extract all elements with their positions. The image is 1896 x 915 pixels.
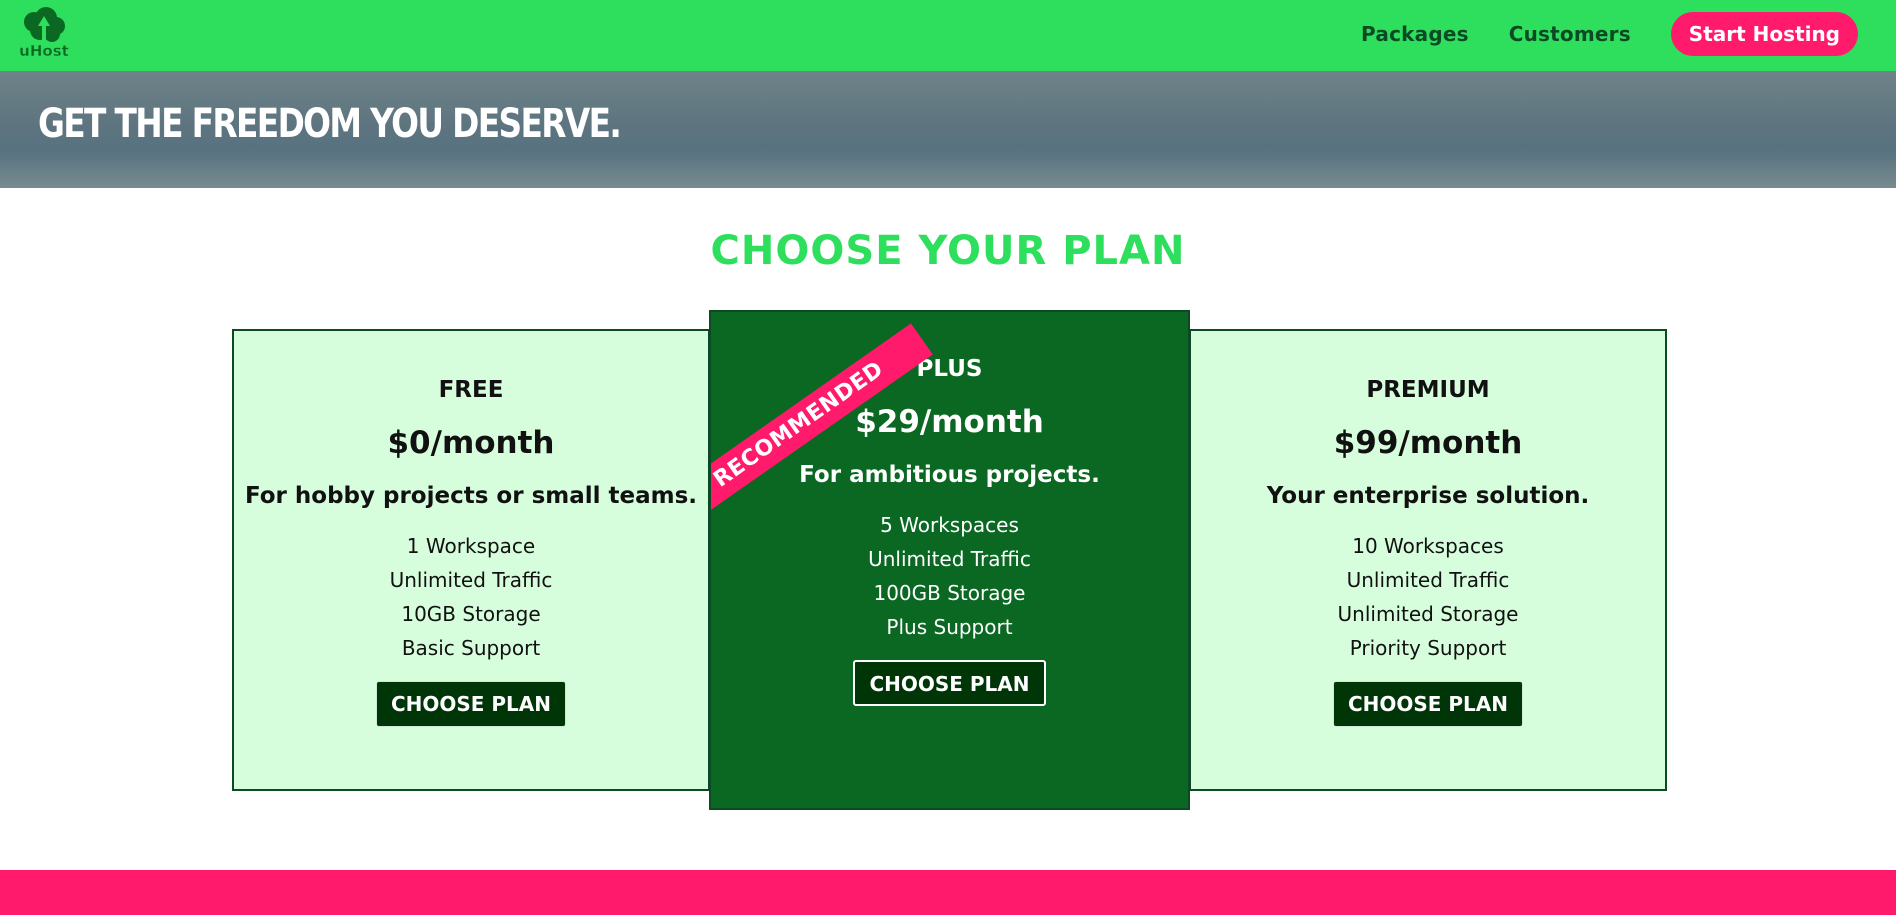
- plan-feature: 10 Workspaces: [1352, 534, 1504, 558]
- plan-features: 10 Workspaces Unlimited Traffic Unlimite…: [1191, 529, 1665, 665]
- plan-feature: 100GB Storage: [873, 581, 1026, 605]
- plan-feature: 10GB Storage: [401, 602, 541, 626]
- cloud-icon: [24, 7, 65, 42]
- nav-link-packages[interactable]: Packages: [1361, 22, 1469, 46]
- uhost-logo[interactable]: uHost: [16, 4, 72, 60]
- plan-tagline: Your enterprise solution.: [1266, 483, 1590, 509]
- plan-feature: 1 Workspace: [406, 534, 536, 558]
- plan-name: FREE: [438, 377, 504, 403]
- plan-tagline: For ambitious projects.: [799, 462, 1100, 488]
- plan-tagline: For hobby projects or small teams.: [244, 483, 698, 509]
- plans-section-title: CHOOSE YOUR PLAN: [710, 228, 1186, 274]
- top-navbar: uHost Packages Customers Start Hosting: [0, 0, 1896, 71]
- plan-price: $99/month: [1333, 425, 1523, 461]
- plan-price: $0/month: [387, 425, 555, 461]
- hero-banner: Get the freedom you deserve.: [0, 71, 1896, 188]
- choose-plan-premium-button[interactable]: CHOOSE PLAN: [1332, 681, 1524, 727]
- plan-name: PLUS: [916, 356, 983, 382]
- plan-feature: Plus Support: [886, 615, 1013, 639]
- choose-plan-plus-button[interactable]: CHOOSE PLAN: [853, 660, 1046, 706]
- plan-feature: 5 Workspaces: [880, 513, 1019, 537]
- plan-feature: Unlimited Traffic: [1346, 568, 1510, 592]
- plan-card-premium: PREMIUM $99/month Your enterprise soluti…: [1189, 329, 1667, 791]
- plan-feature: Unlimited Storage: [1337, 602, 1519, 626]
- plan-feature: Priority Support: [1349, 636, 1507, 660]
- choose-plan-free-button[interactable]: CHOOSE PLAN: [375, 681, 567, 727]
- plan-feature: Unlimited Traffic: [868, 547, 1031, 571]
- plan-features: 1 Workspace Unlimited Traffic 10GB Stora…: [234, 529, 708, 665]
- start-hosting-button[interactable]: Start Hosting: [1670, 12, 1858, 56]
- plan-feature: Basic Support: [401, 636, 541, 660]
- plan-feature: Unlimited Traffic: [389, 568, 553, 592]
- hero-title: Get the freedom you deserve.: [38, 101, 622, 147]
- plan-features: 5 Workspaces Unlimited Traffic 100GB Sto…: [711, 508, 1188, 644]
- footer-bar: [0, 870, 1896, 915]
- plan-card-plus: RECOMMENDED PLUS $29/month For ambitious…: [709, 310, 1190, 810]
- plan-name: PREMIUM: [1366, 377, 1490, 403]
- logo-text: uHost: [19, 42, 69, 60]
- main-nav: Packages Customers Start Hosting: [1361, 12, 1858, 56]
- nav-link-customers[interactable]: Customers: [1509, 22, 1631, 46]
- plan-card-free: FREE $0/month For hobby projects or smal…: [232, 329, 710, 791]
